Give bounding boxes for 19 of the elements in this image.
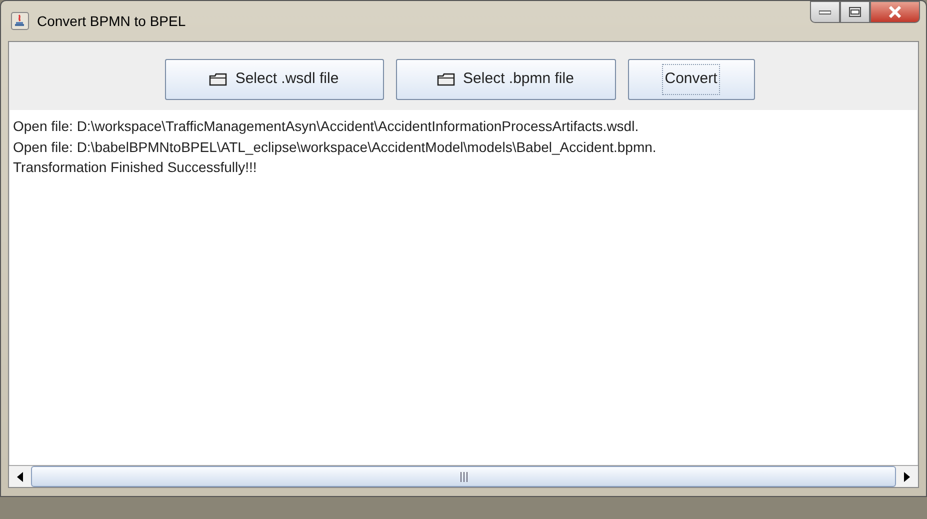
toolbar-button[interactable]: Select .wsdl file: [164, 59, 384, 100]
close-icon: [888, 6, 902, 18]
folder-icon: [209, 73, 228, 86]
window-title: Convert BPMN to BPEL: [37, 12, 186, 30]
minimize-icon: [819, 9, 831, 15]
java-cup-icon: [11, 12, 29, 30]
left-arrow-icon: [17, 472, 23, 482]
toolbar-button[interactable]: Convert: [628, 59, 754, 100]
toolbar-button[interactable]: Select .bpmn file: [396, 59, 616, 100]
folder-icon: [437, 73, 456, 86]
close-button[interactable]: [870, 1, 920, 23]
right-arrow-icon: [904, 472, 910, 482]
maximize-button[interactable]: [840, 1, 870, 23]
minimize-button[interactable]: [810, 1, 840, 23]
output-text-area[interactable]: Open file: D:\workspace\TrafficManagementAsyn\Accident\AccidentInformationProcessArtifacts.wsdl. Open file: D:\babelBPMNtoBPEL\ATL_eclipse\workspace\AccidentModel\models\Babel_Accident.bpmn. Transformation Finished Successfully!!!: [10, 110, 917, 465]
grip-icon: [460, 472, 468, 482]
scroll-right-button[interactable]: [896, 466, 918, 487]
scroll-left-button[interactable]: [9, 466, 31, 487]
maximize-icon: [849, 7, 861, 17]
